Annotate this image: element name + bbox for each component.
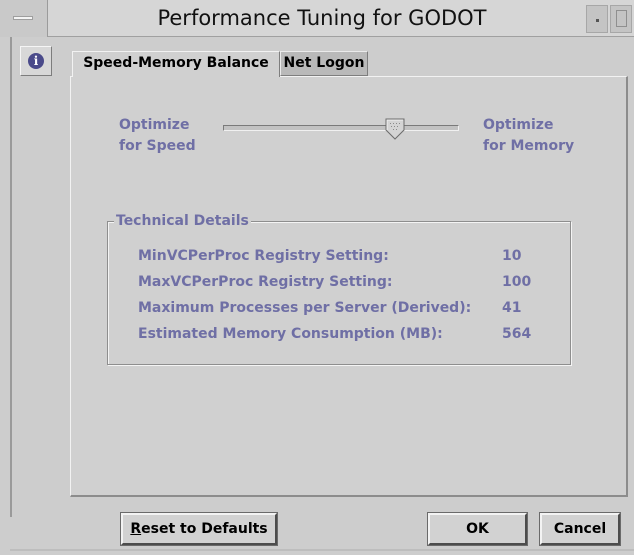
tab-panel: Optimize for Speed Optimize for Memory T… [70, 76, 628, 497]
speed-memory-slider-thumb[interactable] [385, 118, 405, 140]
detail-label: MinVCPerProc Registry Setting: [138, 248, 389, 264]
tab-speed-memory-balance[interactable]: Speed-Memory Balance [72, 51, 280, 77]
slider-left-label-line2: for Speed [119, 138, 196, 154]
window-title: Performance Tuning for GODOT [157, 6, 487, 30]
detail-label: MaxVCPerProc Registry Setting: [138, 274, 393, 290]
detail-row: Estimated Memory Consumption (MB): 564 [138, 323, 558, 345]
detail-label: Maximum Processes per Server (Derived): [138, 300, 472, 316]
window-controls [586, 0, 634, 37]
reset-to-defaults-button[interactable]: Reset to Defaults [120, 512, 278, 546]
reset-label: eset to Defaults [141, 521, 268, 537]
minimize-icon [596, 19, 599, 22]
info-button[interactable]: i [20, 46, 52, 76]
window-frame-bottom [10, 549, 634, 551]
detail-row: MaxVCPerProc Registry Setting: 100 [138, 271, 558, 293]
speed-memory-slider-track[interactable] [223, 125, 459, 131]
detail-label: Estimated Memory Consumption (MB): [138, 326, 443, 342]
detail-row: Maximum Processes per Server (Derived): … [138, 297, 558, 319]
detail-row: MinVCPerProc Registry Setting: 10 [138, 245, 558, 267]
detail-value: 41 [502, 300, 522, 316]
window-frame-left [10, 37, 12, 517]
detail-value: 10 [502, 248, 522, 264]
cancel-button[interactable]: Cancel [539, 512, 621, 546]
info-icon: i [28, 53, 44, 69]
ok-button[interactable]: OK [427, 512, 528, 546]
maximize-button[interactable] [610, 5, 632, 33]
dialog-window: Performance Tuning for GODOT i Speed-Mem… [0, 0, 634, 555]
detail-value: 100 [502, 274, 532, 290]
tab-net-logon[interactable]: Net Logon [280, 51, 368, 76]
detail-value: 564 [502, 326, 532, 342]
technical-details-title: Technical Details [114, 210, 251, 232]
reset-mnemonic: R [130, 521, 142, 537]
slider-right-label-line1: Optimize [483, 117, 554, 133]
slider-left-label-line1: Optimize [119, 117, 190, 133]
title-bar[interactable]: Performance Tuning for GODOT [0, 0, 634, 37]
minimize-button[interactable] [586, 5, 608, 33]
maximize-icon [616, 10, 627, 27]
slider-right-label-line2: for Memory [483, 138, 575, 154]
technical-details-group: Technical Details MinVCPerProc Registry … [107, 210, 571, 365]
